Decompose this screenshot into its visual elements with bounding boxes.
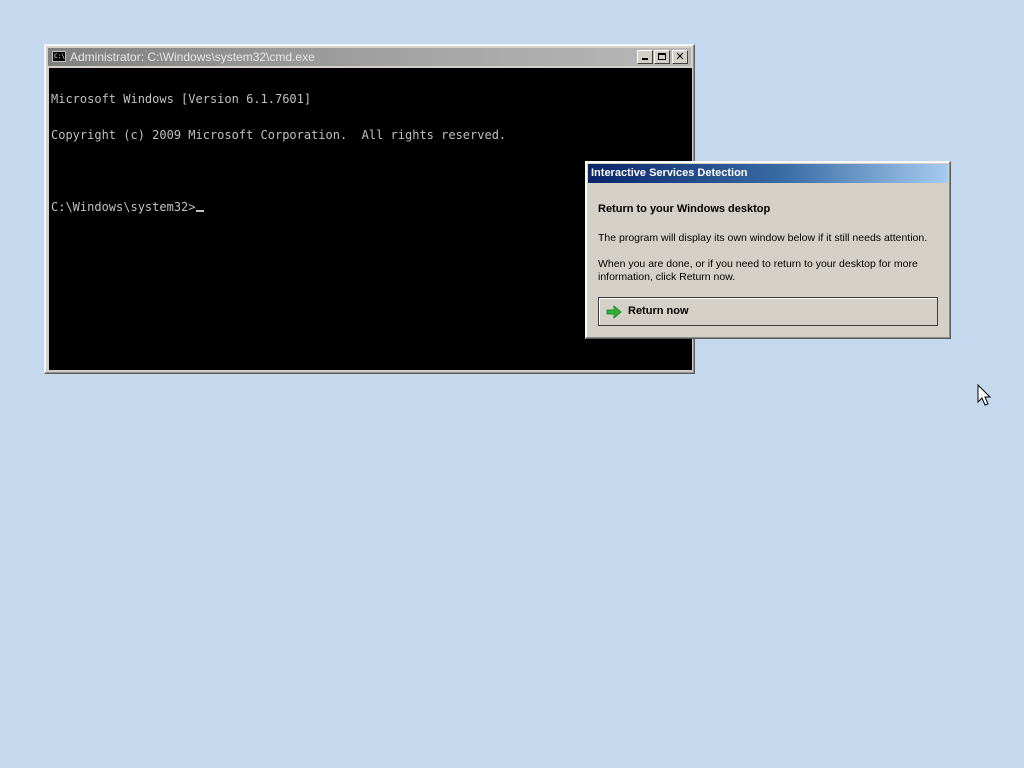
console-line-version: Microsoft Windows [Version 6.1.7601] (51, 92, 312, 106)
dialog-message-attention: The program will display its own window … (598, 232, 928, 244)
cmd-window-title: Administrator: C:\Windows\system32\cmd.e… (70, 50, 315, 64)
minimize-button[interactable] (637, 50, 653, 64)
dialog-heading: Return to your Windows desktop (598, 203, 771, 215)
maximize-icon (658, 53, 666, 60)
maximize-button[interactable] (654, 50, 670, 64)
close-icon: ✕ (675, 50, 685, 63)
minimize-icon (642, 58, 648, 60)
close-button[interactable]: ✕ (672, 50, 688, 64)
interactive-services-dialog[interactable]: Interactive Services Detection Return to… (585, 161, 951, 339)
dialog-title: Interactive Services Detection (591, 167, 748, 179)
return-now-button[interactable]: Return now (598, 297, 938, 326)
cmd-app-icon[interactable]: C:\ (52, 51, 66, 62)
return-now-label: Return now (628, 305, 689, 317)
text-cursor (195, 210, 204, 212)
green-arrow-icon (606, 305, 622, 319)
console-prompt: C:\Windows\system32> (51, 200, 196, 214)
console-line-copyright: Copyright (c) 2009 Microsoft Corporation… (51, 128, 507, 142)
dialog-titlebar[interactable]: Interactive Services Detection (588, 164, 948, 183)
cmd-titlebar[interactable]: C:\ Administrator: C:\Windows\system32\c… (48, 48, 691, 66)
mouse-pointer-icon (977, 384, 992, 406)
dialog-message-return: When you are done, or if you need to ret… (598, 258, 918, 283)
